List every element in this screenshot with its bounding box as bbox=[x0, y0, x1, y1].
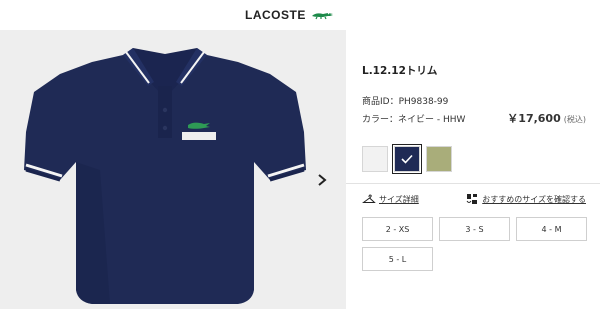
product-title: L.12.12トリム bbox=[362, 65, 438, 77]
size-option-s[interactable]: 3 - S bbox=[439, 217, 510, 241]
divider bbox=[346, 183, 600, 184]
check-icon bbox=[401, 154, 413, 164]
size-option-m[interactable]: 4 - M bbox=[516, 217, 587, 241]
size-guide-link[interactable]: サイズ詳細 bbox=[362, 193, 419, 205]
product-image-gallery[interactable] bbox=[0, 30, 346, 309]
product-image bbox=[24, 48, 306, 304]
hanger-icon bbox=[362, 194, 376, 203]
chevron-right-icon bbox=[318, 174, 327, 186]
price: ￥17,600 (税込) bbox=[507, 110, 586, 126]
product-color: カラー：ネイビー - HHW bbox=[362, 115, 466, 125]
crocodile-icon bbox=[311, 13, 333, 20]
swatch-khaki[interactable] bbox=[426, 146, 452, 172]
brand-name: LACOSTE bbox=[245, 8, 306, 22]
size-guide-label: サイズ詳細 bbox=[379, 194, 419, 204]
size-option-xs[interactable]: 2 - XS bbox=[362, 217, 433, 241]
swatch-navy[interactable] bbox=[392, 144, 422, 174]
size-advisor-icon bbox=[466, 194, 478, 204]
product-info-panel: L.12.12トリム 商品ID：PH9838-99 カラー：ネイビー - HHW… bbox=[346, 30, 600, 309]
tax-note: (税込) bbox=[563, 115, 586, 124]
size-recommend-link[interactable]: おすすめのサイズを確認する bbox=[466, 193, 586, 205]
site-header: LACOSTE bbox=[0, 0, 600, 30]
price-value: ￥17,600 bbox=[507, 112, 561, 125]
color-swatches bbox=[362, 144, 452, 174]
next-image-button[interactable] bbox=[313, 170, 331, 190]
size-option-l[interactable]: 5 - L bbox=[362, 247, 433, 271]
swatch-white[interactable] bbox=[362, 146, 388, 172]
brand-logo[interactable]: LACOSTE bbox=[245, 7, 335, 23]
size-recommend-label: おすすめのサイズを確認する bbox=[482, 194, 586, 204]
product-id: 商品ID：PH9838-99 bbox=[362, 97, 449, 107]
